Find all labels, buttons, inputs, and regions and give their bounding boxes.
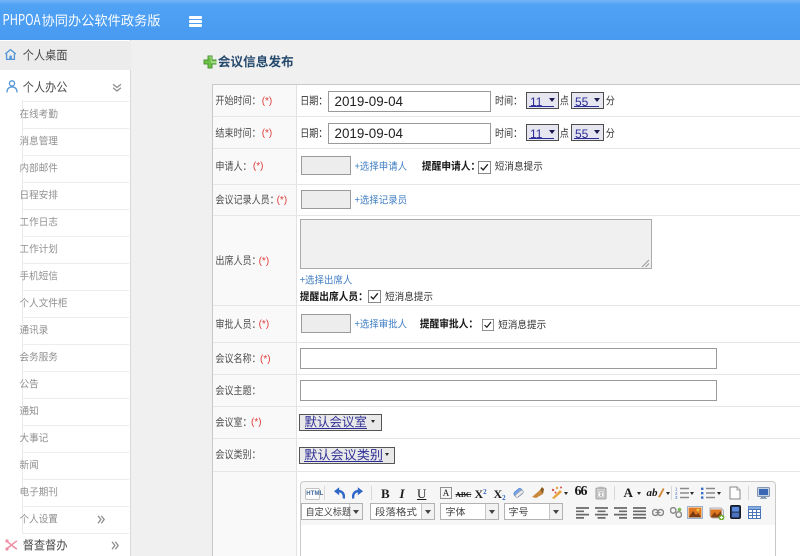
svg-text:3: 3	[675, 495, 678, 499]
